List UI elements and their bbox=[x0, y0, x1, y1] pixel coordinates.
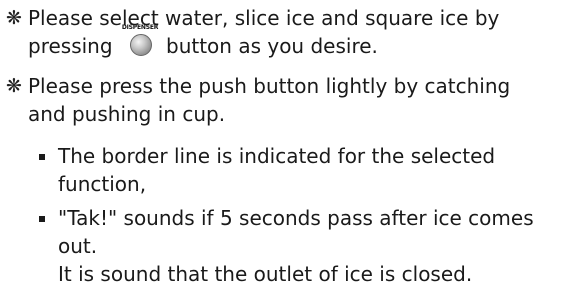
note-tak-sound: "Tak!" sounds if 5 seconds pass after ic… bbox=[6, 204, 566, 290]
dispenser-button-label: DISPENSER bbox=[121, 24, 159, 31]
dispenser-button-circle bbox=[130, 34, 152, 56]
note-text-line: The border line is indicated for the sel… bbox=[58, 144, 496, 168]
note-text-line: function, bbox=[58, 172, 147, 196]
instruction-text-line: Please select water, slice ice and squar… bbox=[28, 6, 500, 30]
asterism-marker-icon: ❋ bbox=[6, 7, 22, 29]
instruction-text-line: and pushing in cup. bbox=[28, 102, 226, 126]
instruction-press-push-button: ❋ Please press the push button lightly b… bbox=[6, 72, 566, 132]
instruction-text-line: button as you desire. bbox=[166, 34, 378, 58]
note-text-line: out. bbox=[58, 234, 98, 258]
bullet-icon bbox=[39, 154, 45, 160]
note-text-line: It is sound that the outlet of ice is cl… bbox=[58, 262, 473, 286]
instruction-page: ❋ Please select water, slice ice and squ… bbox=[0, 0, 572, 292]
instruction-text-line: pressing bbox=[28, 34, 113, 58]
note-text-line: "Tak!" sounds if 5 seconds pass after ic… bbox=[58, 206, 534, 230]
instruction-select-dispenser: ❋ Please select water, slice ice and squ… bbox=[6, 4, 566, 64]
asterism-marker-icon: ❋ bbox=[6, 75, 22, 97]
note-border-line: The border line is indicated for the sel… bbox=[6, 142, 566, 202]
bullet-icon bbox=[39, 216, 45, 222]
dispenser-button-icon: DISPENSER bbox=[122, 24, 158, 58]
instruction-text-line: Please press the push button lightly by … bbox=[28, 74, 511, 98]
